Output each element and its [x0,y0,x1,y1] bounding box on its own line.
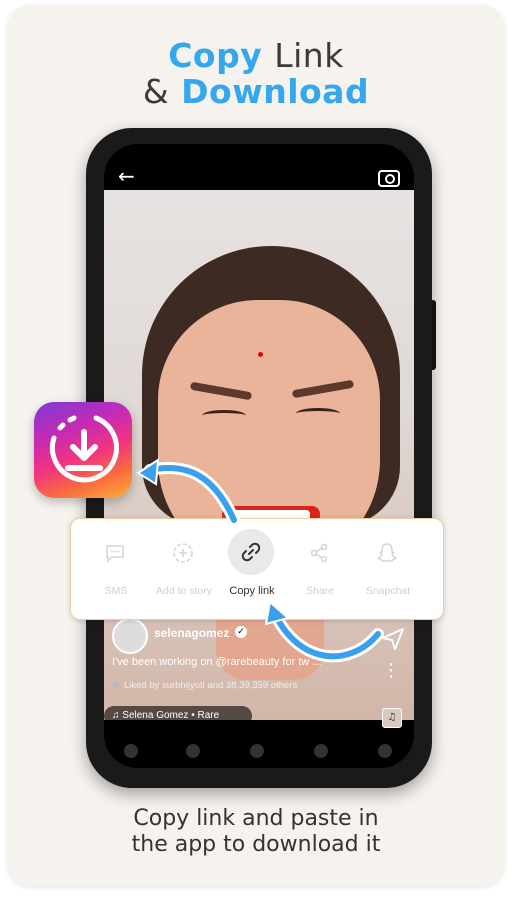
instruction-line-1: Copy link and paste in [133,806,379,831]
instruction-caption: Copy link and paste in the app to downlo… [0,806,512,858]
flow-arrows [136,458,384,663]
instruction-line-2: the app to download it [131,832,381,857]
